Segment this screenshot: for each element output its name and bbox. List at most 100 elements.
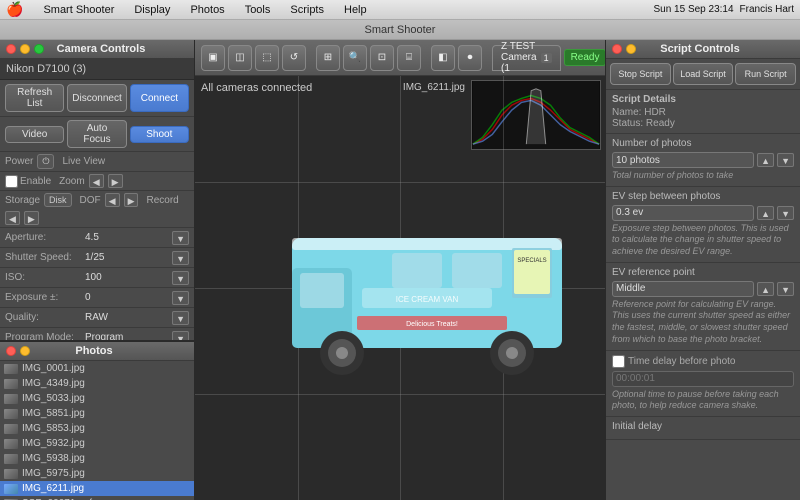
run-script-button[interactable]: Run Script [735, 63, 796, 85]
num-photos-up[interactable]: ▲ [757, 153, 774, 167]
camera-controls-title: Camera Controls [57, 43, 146, 55]
num-photos-input-row: ▲ ▼ [612, 152, 794, 168]
photo-item-4[interactable]: IMG_5853.jpg [0, 421, 194, 436]
close-btn[interactable] [6, 44, 16, 54]
video-tab[interactable]: Video [5, 126, 64, 143]
photo-item-1[interactable]: IMG_4349.jpg [0, 376, 194, 391]
program-down[interactable]: ▼ [172, 331, 189, 341]
photo-item-2[interactable]: IMG_5033.jpg [0, 391, 194, 406]
zoom-right-btn[interactable]: ▶ [108, 174, 123, 188]
iso-value: 100 [85, 272, 172, 283]
dof-right-btn[interactable]: ▶ [124, 193, 139, 207]
num-photos-section: Number of photos ▲ ▼ Total number of pho… [606, 134, 800, 187]
toolbar-btn-10[interactable]: ⏺ [458, 45, 482, 71]
aperture-down[interactable]: ▼ [172, 231, 189, 245]
exposure-down[interactable]: ▼ [172, 291, 189, 305]
toolbar-btn-2[interactable]: ◫ [228, 45, 252, 71]
iso-label: ISO: [5, 272, 85, 283]
enable-checkbox[interactable] [5, 175, 18, 188]
ev-reference-up[interactable]: ▲ [757, 282, 774, 296]
ev-step-up[interactable]: ▲ [757, 206, 774, 220]
toolbar-btn-4[interactable]: ↺ [282, 45, 306, 71]
camera-view[interactable]: All cameras connected IMG_6211.jpg [195, 76, 605, 500]
toolbar-btn-7[interactable]: ⊡ [370, 45, 394, 71]
dof-left-btn[interactable]: ◀ [105, 193, 120, 207]
photo-item-5[interactable]: IMG_5932.jpg [0, 436, 194, 451]
window-controls[interactable] [6, 44, 44, 54]
photos-title: Photos [75, 345, 112, 357]
menubar-user: Francis Hart [740, 4, 794, 15]
photo-item-8[interactable]: IMG_6211.jpg [0, 481, 194, 496]
svg-text:SPECIALS: SPECIALS [517, 258, 546, 264]
ev-step-section: EV step between photos ▲ ▼ Exposure step… [606, 187, 800, 263]
photo-name-7: IMG_5975.jpg [22, 468, 85, 479]
num-photos-down[interactable]: ▼ [777, 153, 794, 167]
script-min-btn[interactable] [626, 44, 636, 54]
shoot-tab[interactable]: Shoot [130, 126, 189, 143]
stop-script-button[interactable]: Stop Script [610, 63, 671, 85]
photo-item-3[interactable]: IMG_5851.jpg [0, 406, 194, 421]
toolbar-btn-1[interactable]: ▣ [201, 45, 225, 71]
menu-photos[interactable]: Photos [186, 4, 228, 16]
menu-display[interactable]: Display [130, 4, 174, 16]
menu-smart-shooter[interactable]: Smart Shooter [39, 4, 118, 16]
svg-text:ICE CREAM VAN: ICE CREAM VAN [396, 295, 459, 304]
storage-dof-row: Storage Disk DOF ◀ ▶ Record ◀ ▶ [0, 191, 194, 228]
toolbar: ▣ ◫ ⬚ ↺ ⊞ 🔍 ⊡ ⌸ ◧ ⏺ Z TEST Camera (1 1 R… [195, 40, 605, 76]
toolbar-btn-5[interactable]: ⊞ [316, 45, 340, 71]
iso-down[interactable]: ▼ [172, 271, 189, 285]
photo-name-4: IMG_5853.jpg [22, 423, 85, 434]
photos-close-btn[interactable] [6, 346, 16, 356]
time-delay-label[interactable]: Time delay before photo [612, 355, 794, 368]
photo-item-0[interactable]: IMG_0001.jpg [0, 361, 194, 376]
ev-reference-input-row: ▲ ▼ [612, 281, 794, 297]
exposure-label: Exposure ±: [5, 292, 85, 303]
photo-name-3: IMG_5851.jpg [22, 408, 85, 419]
menu-tools[interactable]: Tools [241, 4, 275, 16]
num-photos-input[interactable] [612, 152, 754, 168]
script-btn-row: Stop Script Load Script Run Script [606, 59, 800, 90]
minimize-btn[interactable] [20, 44, 30, 54]
photos-min-btn[interactable] [20, 346, 30, 356]
ev-reference-title: EV reference point [612, 267, 794, 278]
enable-check[interactable]: Enable [5, 175, 51, 188]
photo-item-7[interactable]: IMG_5975.jpg [0, 466, 194, 481]
svg-text:Delicious Treats!: Delicious Treats! [406, 321, 458, 328]
load-script-button[interactable]: Load Script [673, 63, 734, 85]
time-delay-checkbox[interactable] [612, 355, 625, 368]
toolbar-btn-3[interactable]: ⬚ [255, 45, 279, 71]
zoom-left-btn[interactable]: ◀ [89, 174, 104, 188]
script-details-section: Script Details Name: HDR Status: Ready [606, 90, 800, 134]
ev-step-input[interactable] [612, 205, 754, 221]
toolbar-btn-6[interactable]: 🔍 [343, 45, 367, 71]
shutter-label: Shutter Speed: [5, 252, 85, 263]
photos-panel: Photos IMG_0001.jpg IMG_4349.jpg IMG_503… [0, 340, 195, 500]
maximize-btn[interactable] [34, 44, 44, 54]
script-details-title: Script Details [612, 94, 794, 105]
autofocus-tab[interactable]: Auto Focus [67, 120, 126, 148]
ev-reference-down[interactable]: ▼ [777, 282, 794, 296]
shutter-down[interactable]: ▼ [172, 251, 189, 265]
time-delay-section: Time delay before photo Optional time to… [606, 351, 800, 417]
record-right-btn[interactable]: ▶ [24, 211, 39, 225]
ev-reference-input[interactable] [612, 281, 754, 297]
apple-menu[interactable]: 🍎 [6, 1, 23, 18]
disconnect-button[interactable]: Disconnect [67, 84, 126, 112]
menu-scripts[interactable]: Scripts [286, 4, 328, 16]
toolbar-btn-9[interactable]: ◧ [431, 45, 455, 71]
photo-item-9[interactable]: SSP_00071.nef [0, 496, 194, 500]
ev-step-desc: Exposure step between photos. This is us… [612, 223, 794, 258]
camera-tab[interactable]: Z TEST Camera (1 1 [492, 45, 561, 71]
power-icon[interactable]: ⏻ [37, 154, 54, 169]
photos-list[interactable]: IMG_0001.jpg IMG_4349.jpg IMG_5033.jpg I… [0, 361, 194, 500]
record-left-btn[interactable]: ◀ [5, 211, 20, 225]
toolbar-btn-8[interactable]: ⌸ [397, 45, 421, 71]
quality-down[interactable]: ▼ [172, 311, 189, 325]
script-close-btn[interactable] [612, 44, 622, 54]
refresh-list-button[interactable]: Refresh List [5, 84, 64, 112]
connect-button[interactable]: Connect [130, 84, 189, 112]
photo-item-6[interactable]: IMG_5938.jpg [0, 451, 194, 466]
disk-btn[interactable]: Disk [44, 193, 72, 207]
menu-help[interactable]: Help [340, 4, 371, 16]
ev-step-down[interactable]: ▼ [777, 206, 794, 220]
